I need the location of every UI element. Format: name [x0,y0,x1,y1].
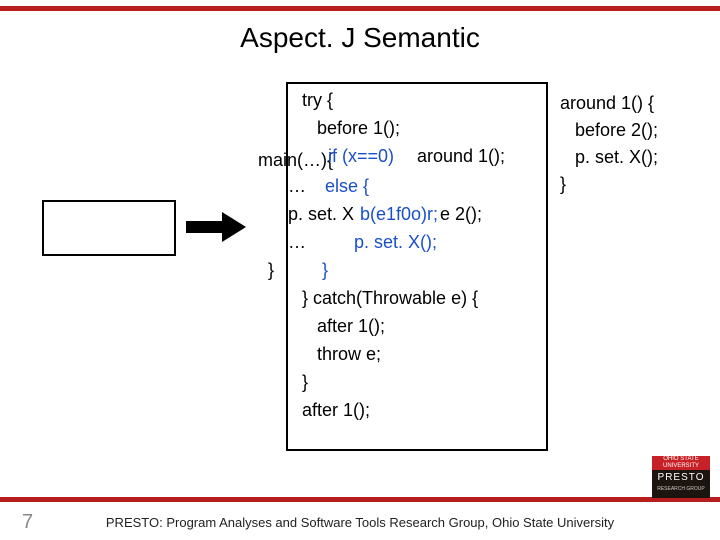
code-line: } [302,372,308,393]
code-line: } catch(Throwable e) { [302,288,478,309]
code-line: … [288,232,306,253]
around-code: around 1() { before 2(); p. set. X(); } [560,90,658,198]
code-line: … [288,176,306,197]
code-line: after 1(); [302,400,370,421]
arrow-icon [186,212,246,242]
code-line: p. set. X [288,204,354,225]
code-line: after 1(); [302,316,385,337]
code-line: throw e; [302,344,381,365]
slide: Aspect. J Semantic try { before 1(); mai… [0,0,720,540]
code-line: b(e1f0o)r; [360,204,438,225]
bottom-rule [0,497,720,502]
code-line: p. set. X(); [354,232,437,253]
logo-top: OHIO STATE UNIVERSITY [652,456,710,470]
logo-mid: PRESTO [652,470,710,486]
code-line: around 1(); [412,146,505,167]
code-line: e 2(); [440,204,482,225]
slide-title: Aspect. J Semantic [0,22,720,54]
code-line: else { [320,176,369,197]
empty-box [42,200,176,256]
logo-bot: RESEARCH GROUP [652,486,710,498]
top-rule [0,6,720,11]
code-line: if (x==0) [328,146,394,167]
footer-text: PRESTO: Program Analyses and Software To… [0,515,720,530]
code-line: } [268,260,274,281]
code-line: before 1(); [302,118,400,139]
code-line: } [322,260,328,281]
presto-logo: OHIO STATE UNIVERSITY PRESTO RESEARCH GR… [652,456,710,498]
code-line: try { [302,90,333,111]
code-line: main(…){ [258,150,333,171]
